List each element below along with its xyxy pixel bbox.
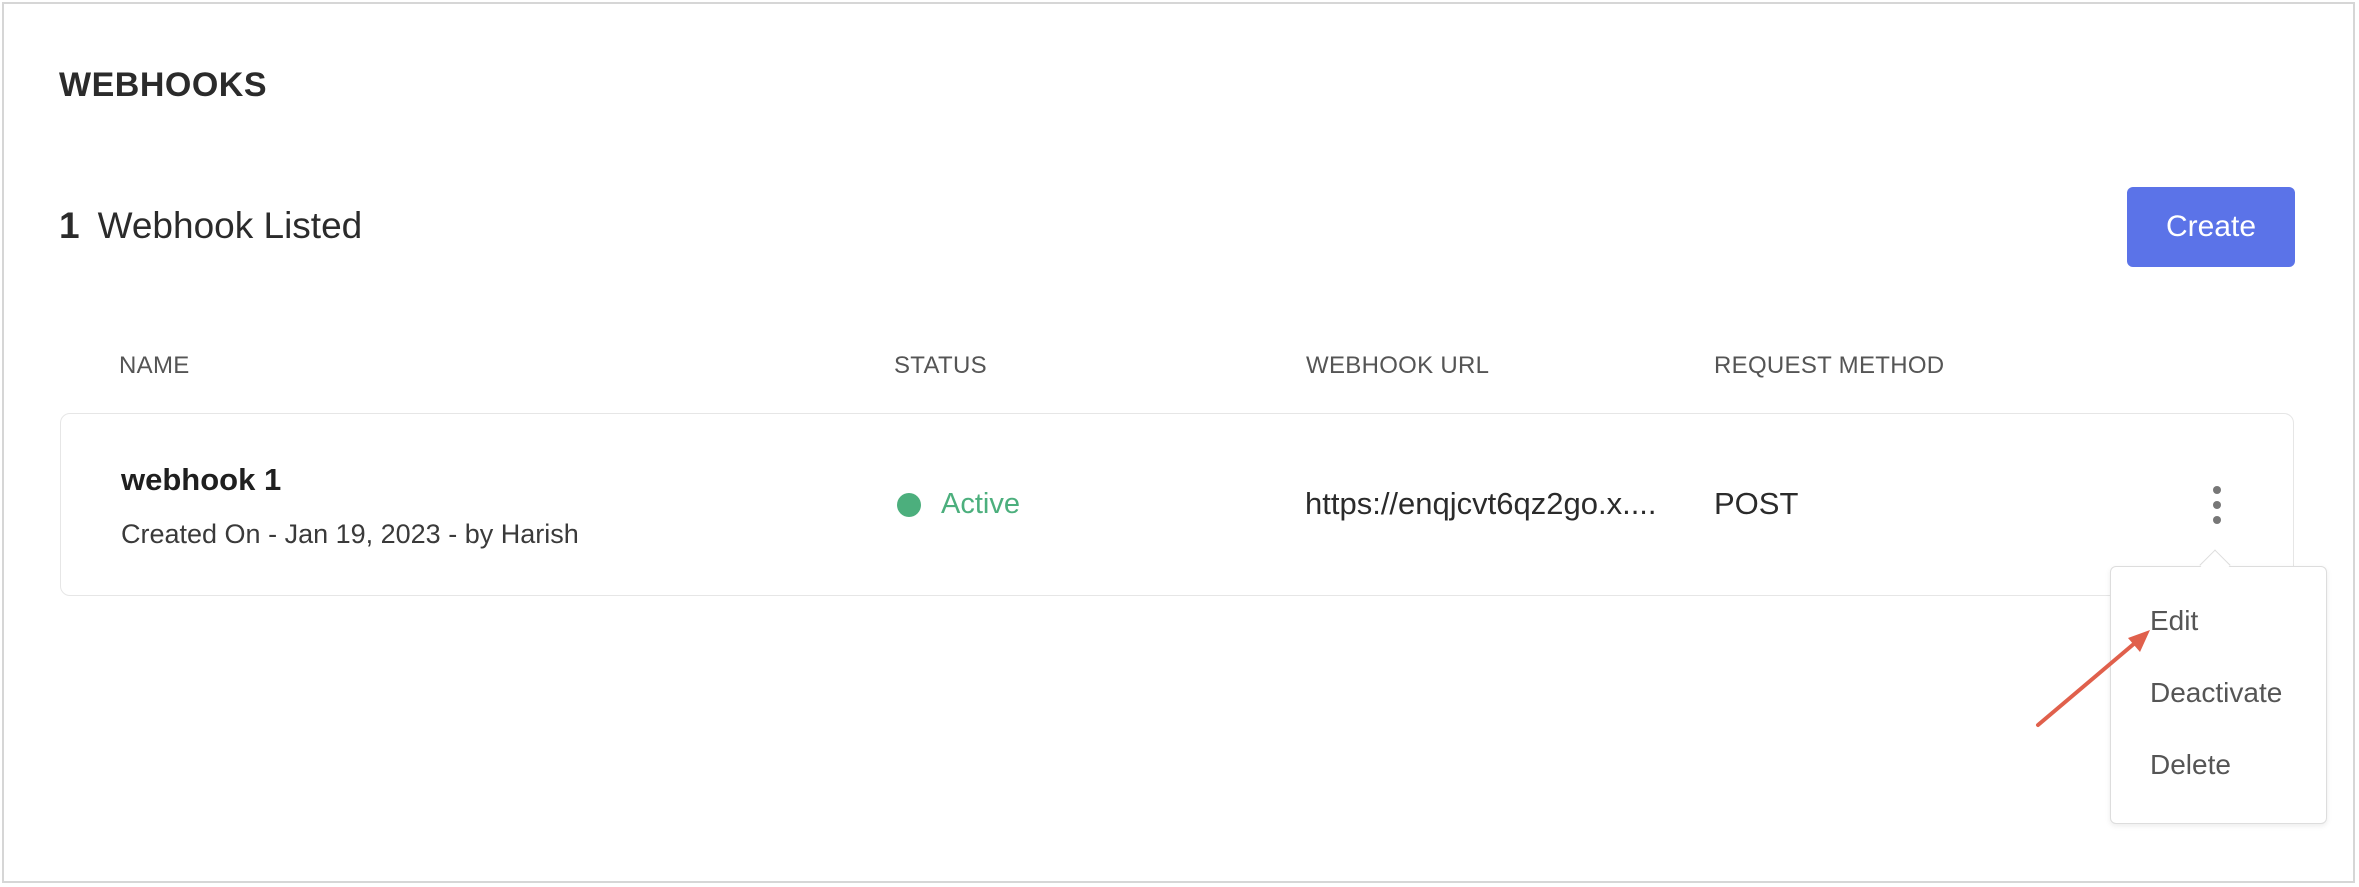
menu-item-delete[interactable]: Delete	[2150, 749, 2231, 781]
column-header-request-method: REQUEST METHOD	[1714, 352, 1945, 379]
column-header-webhook-url: WEBHOOK URL	[1306, 352, 1490, 379]
webhook-count-summary: 1 Webhook Listed	[59, 205, 362, 247]
webhook-count-label: Webhook Listed	[97, 205, 363, 246]
page-title: WEBHOOKS	[59, 66, 267, 104]
webhook-url: https://enqjcvt6qz2go.x....	[1305, 486, 1657, 521]
create-webhook-button[interactable]: Create	[2127, 187, 2295, 267]
status-dot-icon	[897, 493, 921, 517]
menu-item-deactivate[interactable]: Deactivate	[2150, 677, 2282, 709]
webhook-name: webhook 1	[121, 462, 282, 497]
status-badge: Active	[941, 488, 1020, 520]
red-arrow-annotation	[2036, 630, 2150, 727]
column-header-name: NAME	[119, 352, 190, 379]
kebab-vertical-icon[interactable]	[2203, 482, 2231, 528]
webhook-count: 1	[59, 205, 80, 246]
table-row[interactable]	[60, 413, 2294, 596]
column-header-status: STATUS	[894, 352, 987, 379]
request-method: POST	[1714, 486, 1799, 521]
webhook-created-meta: Created On - Jan 19, 2023 - by Harish	[121, 519, 579, 549]
